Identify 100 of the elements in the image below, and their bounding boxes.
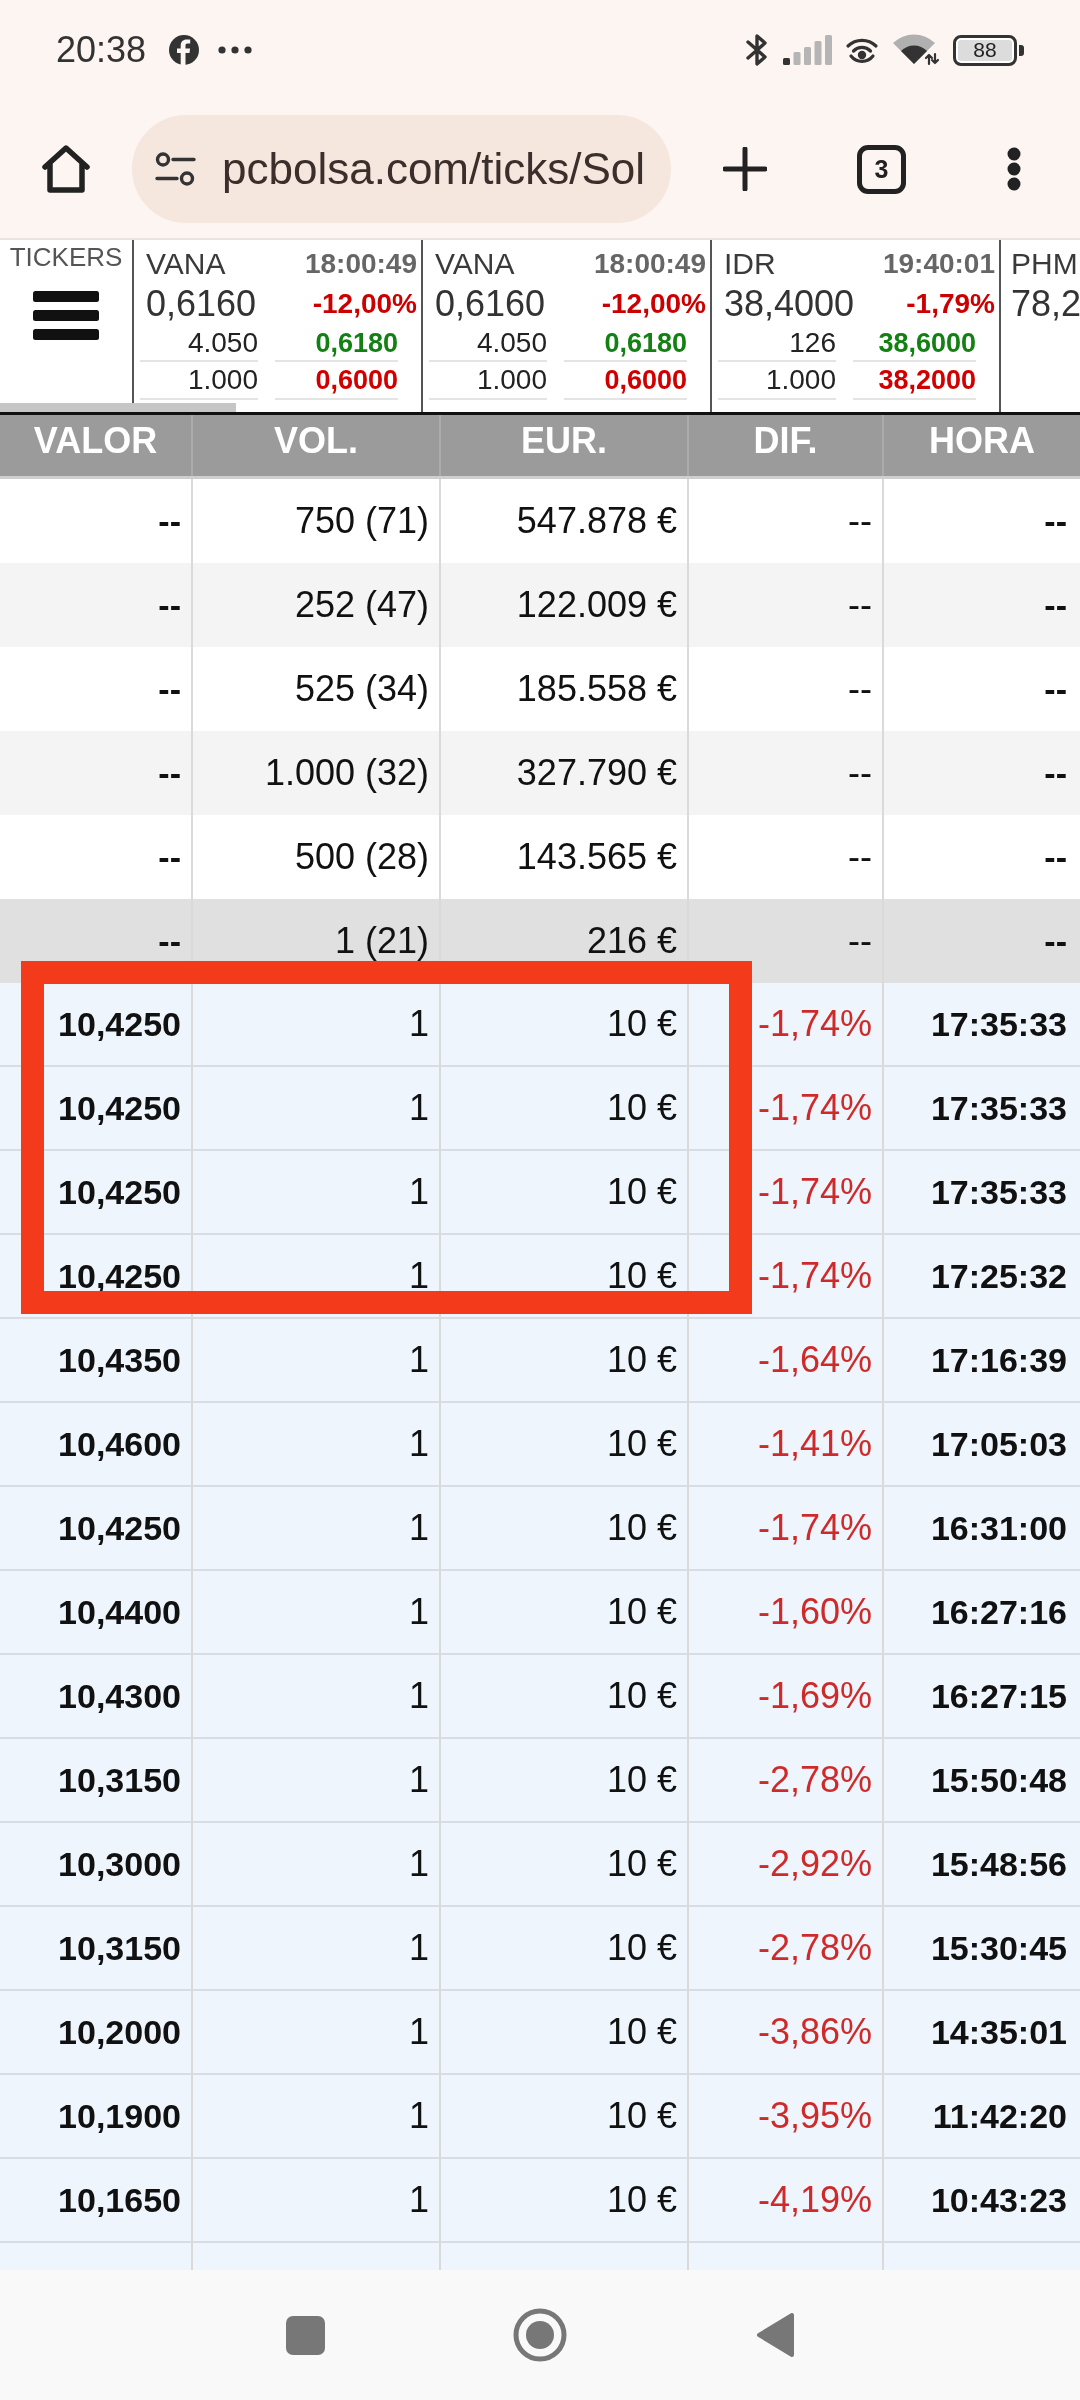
ticker-symbol: IDR	[724, 249, 776, 279]
bid-price: 38,6000	[853, 326, 976, 362]
table-row[interactable]: 10,1650 1 10 € -4,19% 10:43:23	[0, 2159, 1080, 2243]
table-cell: 10,4350	[0, 1319, 193, 1401]
table-cell-text: --	[1043, 584, 1068, 626]
table-row[interactable]: 10,3000 1 10 € -2,92% 15:48:56	[0, 1823, 1080, 1907]
table-cell: 10 €	[441, 1319, 689, 1401]
ask-price: 38,2000	[853, 362, 976, 400]
table-cell-text: 15:48:56	[929, 1843, 1068, 1885]
table-cell-text: --	[1043, 752, 1068, 794]
ticker-symbol: VANA	[435, 249, 515, 279]
table-cell-text: 11:42:20	[931, 2095, 1068, 2137]
table-cell: 10,4250	[0, 983, 193, 1065]
table-row[interactable]: 10,4250 1 10 € -1,74% 17:35:33	[0, 1067, 1080, 1151]
ticker-symbol: VANA	[146, 249, 226, 279]
tickers-label: TICKERS	[9, 244, 123, 270]
table-cell-text: 17:35:33	[929, 1171, 1068, 1213]
table-row[interactable]: 10,4600 1 10 € -1,41% 17:05:03	[0, 1403, 1080, 1487]
table-cell: 10,4250	[0, 1067, 193, 1149]
table-cell: 10 €	[441, 2075, 689, 2157]
table-cell: 10 €	[441, 1067, 689, 1149]
table-cell-text: 17:25:32	[929, 1255, 1068, 1297]
table-cell: -2,92%	[689, 1823, 884, 1905]
table-row[interactable]: 10,4250 1 10 € -1,74% 16:31:00	[0, 1487, 1080, 1571]
table-cell: -1,74%	[689, 1151, 884, 1233]
ticker-change: -12,00%	[312, 290, 417, 318]
more-vertical-icon[interactable]	[1007, 147, 1021, 191]
table-row[interactable]: 10,4350 1 10 € -1,64% 17:16:39	[0, 1319, 1080, 1403]
table-cell-text: 14:35:01	[929, 2011, 1068, 2053]
table-cell: 1	[193, 2159, 441, 2241]
bid-volume: 4.050	[429, 326, 547, 362]
table-cell: 1	[193, 1823, 441, 1905]
table-cell: 1	[193, 1571, 441, 1653]
table-cell: 10,4400	[0, 1571, 193, 1653]
table-cell-text: --	[1043, 920, 1068, 962]
table-cell: -2,78%	[689, 1739, 884, 1821]
table-row[interactable]: 10,4250 1 10 € -1,74% 17:35:33	[0, 983, 1080, 1067]
table-cell: 10,1900	[0, 2075, 193, 2157]
table-cell: -4,19%	[689, 2159, 884, 2241]
table-row[interactable]: 10,4250 1 10 € -1,74% 17:35:33	[0, 1151, 1080, 1235]
table-row[interactable]: 10,3150 1 10 € -2,78% 15:50:48	[0, 1739, 1080, 1823]
table-cell: 1	[193, 1907, 441, 1989]
table-cell: 10 €	[441, 983, 689, 1065]
address-bar[interactable]: pcbolsa.com/ticks/Sol	[132, 115, 671, 223]
table-cell-text: --	[1043, 500, 1068, 542]
table-cell-text: 10:43:23	[929, 2179, 1068, 2221]
ticker-change: -1,79%	[906, 290, 995, 318]
home-icon[interactable]	[41, 145, 91, 193]
plus-icon[interactable]	[723, 147, 767, 191]
table-cell: 1	[193, 1991, 441, 2073]
table-cell: -1,74%	[689, 1067, 884, 1149]
table-cell: 10,1650	[0, 2159, 193, 2241]
table-cell: 10,2000	[0, 1991, 193, 2073]
ticker-price: 78,2	[1011, 286, 1080, 322]
table-cell-text: 16:27:16	[929, 1591, 1068, 1633]
bid-price: 0,6180	[564, 326, 687, 362]
table-cell: 1	[193, 1739, 441, 1821]
table-cell: -1,69%	[689, 1655, 884, 1737]
table-cell: 1	[193, 1151, 441, 1233]
table-cell: 1	[193, 1487, 441, 1569]
menu-icon[interactable]	[33, 291, 99, 340]
table-cell-text: 16:27:15	[929, 1675, 1068, 1717]
home-circle-icon[interactable]	[513, 2308, 567, 2362]
table-row[interactable]: 10,2000 1 10 € -3,86% 14:35:01	[0, 1991, 1080, 2075]
ticker-change: -12,00%	[601, 290, 706, 318]
bluetooth-icon	[744, 33, 770, 67]
table-row[interactable]: 10,4400 1 10 € -1,60% 16:27:16	[0, 1571, 1080, 1655]
table-row[interactable]: 10,4300 1 10 € -1,69% 16:27:15	[0, 1655, 1080, 1739]
table-cell: 10 €	[441, 1487, 689, 1569]
f-logo-icon	[169, 35, 200, 65]
table-cell-text: 17:05:03	[929, 1423, 1068, 1465]
ticker-price: 38,4000	[724, 286, 855, 322]
table-cell: 10 €	[441, 1907, 689, 1989]
table-cell: -1,41%	[689, 1403, 884, 1485]
table-cell: 10,3000	[0, 1823, 193, 1905]
table-cell: 1	[193, 983, 441, 1065]
recents-icon[interactable]	[285, 2315, 325, 2355]
signal-icon	[783, 35, 832, 65]
table-cell-text: --	[1043, 668, 1068, 710]
back-icon[interactable]	[756, 2312, 794, 2358]
table-cell: 10 €	[441, 1151, 689, 1233]
table-cell: 1	[193, 1067, 441, 1149]
table-row[interactable]: 10,3150 1 10 € -2,78% 15:30:45	[0, 1907, 1080, 1991]
ticker-time: 18:00:49	[304, 250, 417, 278]
table-cell: 10 €	[441, 2159, 689, 2241]
table-cell: 10,4250	[0, 1487, 193, 1569]
table-cell: 1	[193, 1319, 441, 1401]
table-cell: 10,4300	[0, 1655, 193, 1737]
tune-icon[interactable]	[155, 152, 196, 186]
table-row[interactable]: 10,1900 1 10 € -3,95% 11:42:20	[0, 2075, 1080, 2159]
bid-volume: 4.050	[140, 326, 258, 362]
table-cell: 10 €	[441, 1403, 689, 1485]
ticker-price: 0,6160	[435, 286, 546, 322]
wifi-icon	[892, 34, 940, 66]
table-cell-text: 17:16:39	[929, 1339, 1068, 1381]
table-cell: 10,4250	[0, 1151, 193, 1233]
table-cell: 10,4600	[0, 1403, 193, 1485]
tab-switcher-button[interactable]: 3	[857, 144, 906, 194]
battery-indicator: 88	[953, 34, 1024, 66]
bid-volume: 126	[718, 326, 836, 362]
